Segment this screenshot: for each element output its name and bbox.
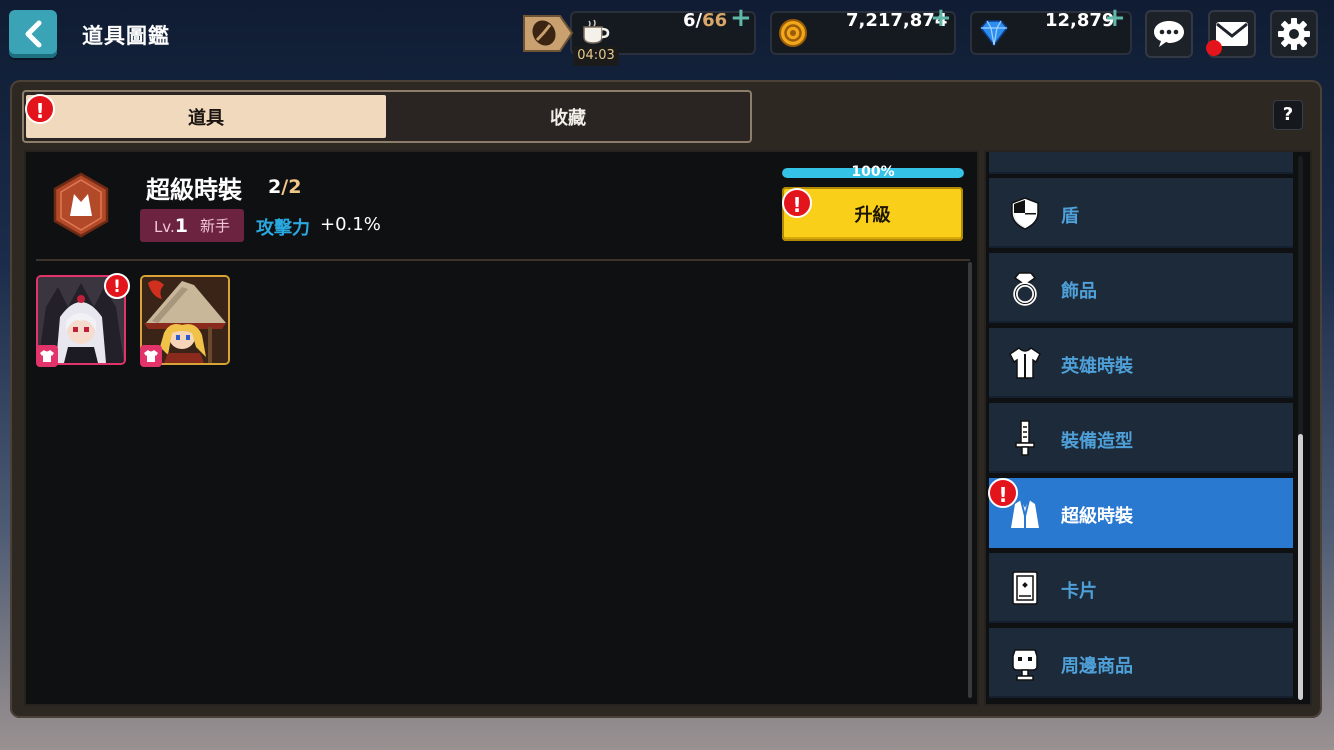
settings-button[interactable] xyxy=(1270,10,1318,58)
stat-label: 攻擊力 xyxy=(256,218,310,239)
page-title: 道具圖鑑 xyxy=(82,24,170,48)
category-label-hero-costume: 英雄時裝 xyxy=(1061,356,1133,377)
category-item-super-costume[interactable]: 超級時裝 xyxy=(989,478,1293,548)
level-badge: Lv.1 新手 xyxy=(140,209,244,242)
divider xyxy=(36,259,970,261)
costume-tag-dark xyxy=(36,345,58,367)
help-button[interactable]: ? xyxy=(1273,100,1303,130)
category-item-merchandise[interactable]: 周邊商品 xyxy=(989,628,1293,698)
category-item-partial[interactable] xyxy=(989,152,1293,174)
costume-tag-witch xyxy=(140,345,162,367)
category-label-shield: 盾 xyxy=(1061,206,1079,227)
category-item-hero-costume[interactable]: 英雄時裝 xyxy=(989,328,1293,398)
category-item-equipment-skin[interactable]: 裝備造型 xyxy=(989,403,1293,473)
shirt-icon xyxy=(40,350,54,362)
stamina-bean-icon xyxy=(523,15,574,52)
category-label-equipment-skin: 裝備造型 xyxy=(1061,431,1133,452)
category-item-card[interactable]: 卡片 xyxy=(989,553,1293,623)
category-item-shield[interactable]: 盾 xyxy=(989,178,1293,248)
category-label-card: 卡片 xyxy=(1061,581,1097,602)
item-title: 超級時裝 xyxy=(146,176,242,204)
chat-bubble-icon xyxy=(1154,21,1184,47)
category-scrollbar-thumb[interactable] xyxy=(1298,434,1303,700)
coffee-cup-icon xyxy=(583,19,610,44)
rank-text: 新手 xyxy=(200,217,231,235)
costume-card-alert-icon: ! xyxy=(104,273,130,299)
category-super-costume-alert-icon: ! xyxy=(988,478,1018,508)
ring-icon xyxy=(1013,272,1037,306)
level-text: Lv.1 xyxy=(153,214,189,237)
mail-notification-dot xyxy=(1206,40,1222,56)
card-icon xyxy=(1012,571,1038,605)
gold-coin-icon xyxy=(779,19,807,47)
diamond-icon xyxy=(980,20,1008,47)
chevron-left-icon xyxy=(25,20,42,48)
tab-items[interactable]: 道具 xyxy=(26,95,386,138)
stamina-plus-button[interactable]: + xyxy=(730,3,752,33)
shirt-icon xyxy=(144,350,158,362)
category-label-merchandise: 周邊商品 xyxy=(1061,656,1133,677)
sword-icon xyxy=(1015,420,1035,456)
stamina-count: 6/66 xyxy=(683,10,728,31)
tab-items-alert-icon: ! xyxy=(25,94,55,124)
item-count: 2/2 xyxy=(268,176,302,198)
chat-button[interactable] xyxy=(1145,10,1193,58)
category-label-accessory: 飾品 xyxy=(1061,281,1097,302)
shield-icon xyxy=(1011,197,1039,230)
category-item-accessory[interactable]: 飾品 xyxy=(989,253,1293,323)
upgrade-alert-icon: ! xyxy=(782,188,812,218)
shirt-icon xyxy=(1009,347,1041,379)
tab-collection[interactable]: 收藏 xyxy=(388,95,748,138)
super-costume-emblem-icon xyxy=(53,172,109,238)
collection-scrollbar[interactable] xyxy=(968,262,972,698)
back-button[interactable] xyxy=(9,10,57,58)
gear-icon xyxy=(1278,18,1310,50)
gold-plus-button[interactable]: + xyxy=(930,3,952,33)
gem-plus-button[interactable]: + xyxy=(1104,3,1126,33)
category-label-super-costume: 超級時裝 xyxy=(1061,506,1133,527)
stat-value: +0.1% xyxy=(320,214,381,235)
stamina-timer: 04:03 xyxy=(573,46,619,66)
figure-icon xyxy=(1012,649,1038,681)
progress-text: 100% xyxy=(851,164,895,180)
